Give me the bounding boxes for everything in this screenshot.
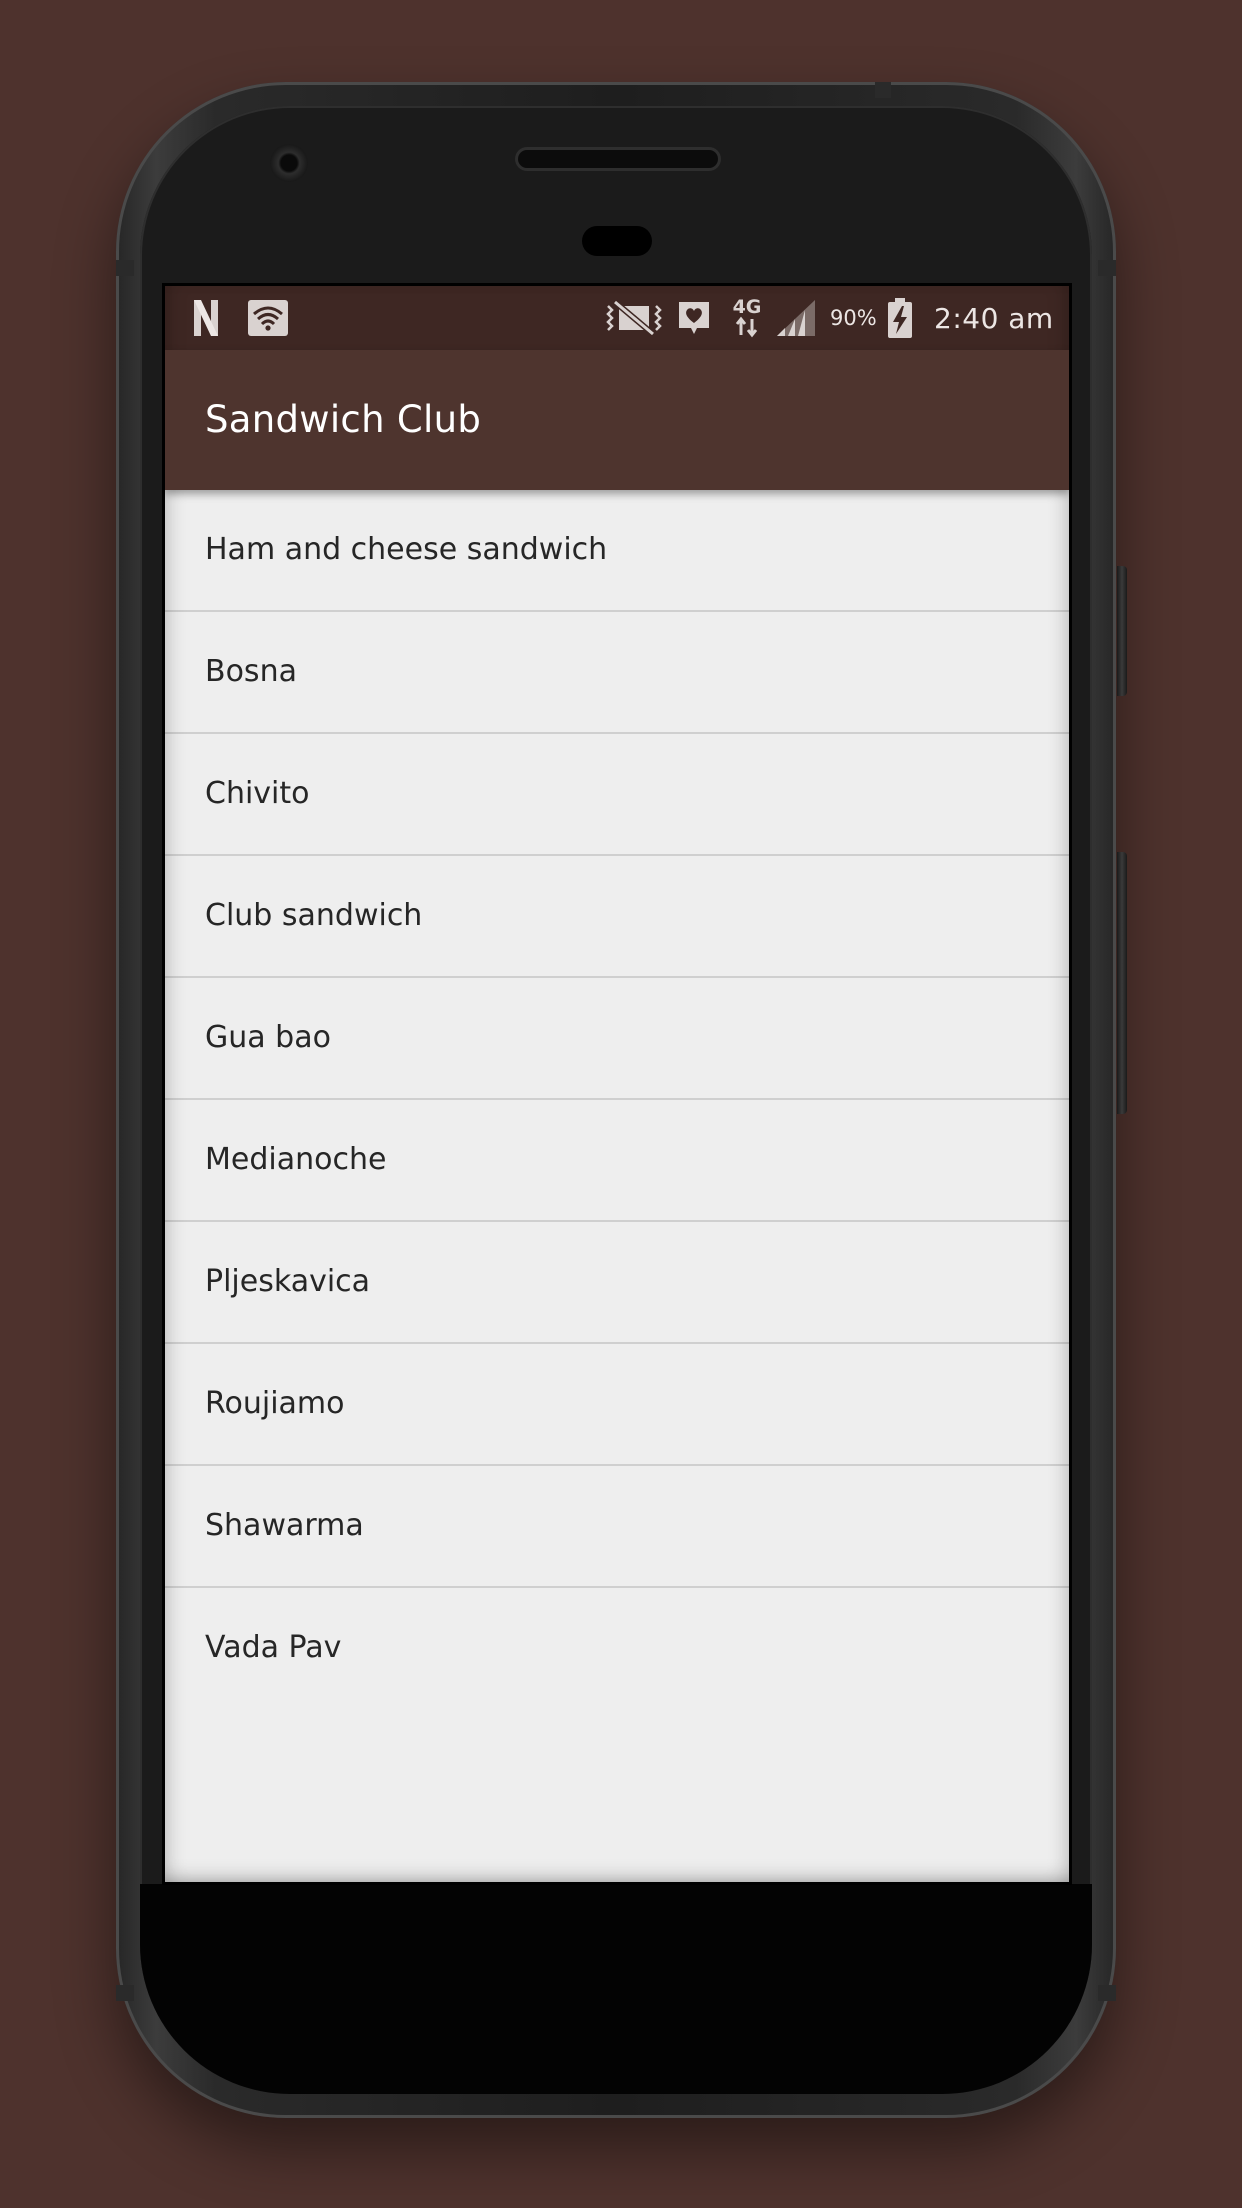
list-item-label: Shawarma (205, 1508, 364, 1543)
battery-charging-icon (887, 286, 913, 350)
list-item[interactable]: Club sandwich (165, 856, 1069, 978)
list-item-label: Ham and cheese sandwich (205, 532, 608, 567)
antenna-line (1098, 1985, 1116, 2001)
front-camera (270, 144, 308, 182)
app-title: Sandwich Club (205, 398, 482, 441)
phone-chin (140, 1884, 1092, 2094)
power-button[interactable] (1117, 566, 1127, 696)
status-bar: 4G 90% 2:40 am (165, 286, 1069, 350)
list-item-label: Bosna (205, 654, 297, 689)
sandwich-list: Ham and cheese sandwich Bosna Chivito Cl… (165, 490, 1069, 1708)
phone-screen: 4G 90% 2:40 am Sandwich Club Ham and che… (165, 286, 1069, 1882)
health-icon (677, 286, 711, 350)
list-item-label: Vada Pav (205, 1630, 342, 1665)
antenna-line (1098, 260, 1116, 276)
list-item-label: Medianoche (205, 1142, 387, 1177)
vibrate-mute-icon (605, 286, 663, 350)
network-label: 4G (733, 296, 762, 318)
earpiece-speaker (518, 150, 718, 168)
app-bar: Sandwich Club (165, 350, 1069, 490)
proximity-sensor (582, 226, 652, 256)
network-4g-icon: 4G (729, 286, 765, 350)
signal-icon (775, 286, 817, 350)
list-item[interactable]: Ham and cheese sandwich (165, 490, 1069, 612)
list-item-label: Roujiamo (205, 1386, 345, 1421)
antenna-line (116, 1985, 134, 2001)
list-item[interactable]: Medianoche (165, 1100, 1069, 1222)
netflix-n-icon (193, 286, 219, 350)
antenna-line (116, 260, 134, 276)
list-item[interactable]: Gua bao (165, 978, 1069, 1100)
antenna-line (875, 82, 891, 98)
wifi-icon (247, 286, 289, 350)
list-item-label: Club sandwich (205, 898, 423, 933)
list-item[interactable]: Pljeskavica (165, 1222, 1069, 1344)
list-item-label: Pljeskavica (205, 1264, 371, 1299)
list-item[interactable]: Shawarma (165, 1466, 1069, 1588)
list-item-label: Chivito (205, 776, 310, 811)
list-item[interactable]: Roujiamo (165, 1344, 1069, 1466)
list-item[interactable]: Vada Pav (165, 1588, 1069, 1708)
list-item[interactable]: Bosna (165, 612, 1069, 734)
status-time: 2:40 am (934, 301, 1054, 335)
battery-percent: 90% (830, 306, 877, 330)
volume-rocker[interactable] (1117, 852, 1127, 1114)
list-item[interactable]: Chivito (165, 734, 1069, 856)
list-item-label: Gua bao (205, 1020, 331, 1055)
